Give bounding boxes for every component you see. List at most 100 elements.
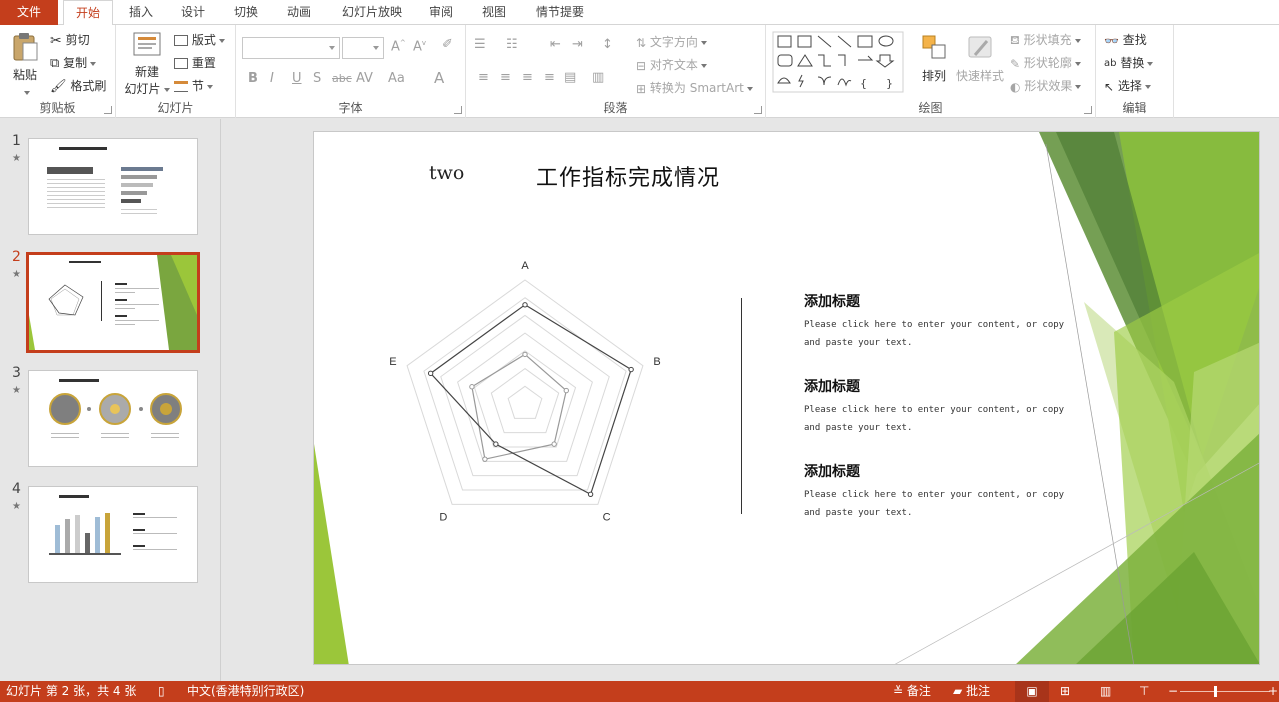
slide-thumbnail-1[interactable] — [28, 138, 198, 235]
tab-transitions[interactable]: 切换 — [225, 0, 267, 25]
ribbon-tab-bar: 文件 开始 插入 设计 切换 动画 幻灯片放映 审阅 视图 情节提要 — [0, 0, 1279, 26]
slide-tag-text[interactable]: two — [429, 162, 464, 184]
numbering-icon[interactable]: ☷ — [506, 37, 518, 52]
tab-view[interactable]: 视图 — [473, 0, 515, 25]
block-heading-3[interactable]: 添加标题 — [804, 461, 860, 481]
group-font: A^ Av ✐ B I U S abc AV Aa A 字体 — [236, 25, 466, 118]
font-name-combo[interactable] — [242, 37, 340, 59]
columns-icon[interactable]: ▥ — [592, 70, 604, 85]
layout-button[interactable]: 版式 — [174, 31, 225, 48]
italic-icon[interactable]: I — [270, 71, 274, 86]
effects-icon: ◐ — [1010, 79, 1021, 94]
vertical-divider — [741, 298, 742, 514]
new-slide-button[interactable]: 新建 幻灯片 — [122, 31, 172, 97]
slide-thumbnail-4[interactable] — [28, 486, 198, 583]
status-bar: 幻灯片 第 2 张，共 4 张 ▯ 中文(香港特别行政区) ≚ 备注 ▰ 批注 … — [0, 681, 1279, 702]
language-status[interactable]: 中文(香港特别行政区) — [187, 681, 304, 702]
tab-home[interactable]: 开始 — [63, 0, 113, 26]
decrease-indent-icon[interactable]: ⇤ — [550, 37, 561, 52]
arrange-button[interactable]: 排列 — [916, 33, 952, 84]
paragraph-launcher-icon[interactable] — [754, 106, 762, 114]
shape-fill-button[interactable]: ⛾ 形状填充 — [1010, 31, 1081, 49]
text-direction-button[interactable]: ⇅ 文字方向 — [636, 33, 707, 50]
reset-button[interactable]: 重置 — [174, 54, 216, 71]
comment-icon: ▰ — [953, 684, 963, 698]
underline-icon[interactable]: U — [292, 71, 302, 86]
slide-canvas[interactable]: two 工作指标完成情况 A B C D E 添加标题 Please click her… — [313, 131, 1260, 665]
cursor-icon: ↖ — [1104, 79, 1115, 94]
radar-axis-label: D — [439, 511, 447, 523]
tab-review[interactable]: 审阅 — [420, 0, 462, 25]
block-body-2[interactable]: Please click here to enter your content,… — [804, 401, 1074, 437]
thumbnail-number: 4 — [12, 481, 21, 497]
justify-icon[interactable]: ≡ — [544, 70, 555, 85]
find-button[interactable]: 👓 查找 — [1104, 31, 1147, 48]
shrink-font-icon[interactable]: Av — [413, 39, 426, 54]
slide-title[interactable]: 工作指标完成情况 — [536, 160, 720, 192]
replace-button[interactable]: ab 替换 — [1104, 54, 1154, 71]
animation-star-icon: ★ — [12, 269, 21, 280]
distributed-icon[interactable]: ▤ — [564, 70, 576, 85]
bold-icon[interactable]: B — [248, 71, 258, 86]
align-right-icon[interactable]: ≡ — [522, 70, 533, 85]
align-left-icon[interactable]: ≡ — [478, 70, 489, 85]
grow-font-icon[interactable]: A^ — [391, 39, 406, 54]
font-size-combo[interactable] — [342, 37, 384, 59]
block-heading-2[interactable]: 添加标题 — [804, 376, 860, 396]
copy-button[interactable]: ⧉ 复制 — [50, 54, 97, 71]
normal-view-icon: ▣ — [1026, 684, 1038, 698]
font-launcher-icon[interactable] — [454, 106, 462, 114]
radar-chart[interactable]: A B C D E — [375, 256, 675, 546]
shapes-gallery[interactable]: { } — [772, 31, 904, 93]
tab-file[interactable]: 文件 — [0, 0, 58, 25]
slide-thumbnail-2[interactable] — [26, 252, 200, 353]
zoom-slider[interactable] — [1180, 691, 1270, 692]
quick-styles-button[interactable]: 快速样式 — [954, 33, 1006, 84]
slide-thumbnail-3[interactable] — [28, 370, 198, 467]
radar-series-outer-point — [427, 370, 434, 377]
strikethrough-icon[interactable]: abc — [332, 72, 352, 85]
cut-button[interactable]: ✂ 剪切 — [50, 31, 90, 49]
tab-animations[interactable]: 动画 — [278, 0, 320, 25]
drawing-launcher-icon[interactable] — [1084, 106, 1092, 114]
shape-outline-button[interactable]: ✎ 形状轮廓 — [1010, 54, 1081, 71]
change-case-icon[interactable]: Aa — [388, 71, 405, 86]
block-body-1[interactable]: Please click here to enter your content,… — [804, 316, 1074, 352]
align-center-icon[interactable]: ≡ — [500, 70, 511, 85]
shadow-icon[interactable]: S — [313, 71, 321, 86]
zoom-out-icon[interactable]: − — [1168, 681, 1178, 702]
slideshow-button[interactable]: ⊤ — [1139, 681, 1149, 702]
slide-sorter-button[interactable]: ⊞ — [1060, 681, 1070, 702]
block-heading-1[interactable]: 添加标题 — [804, 291, 860, 311]
layout-icon — [174, 35, 188, 46]
increase-indent-icon[interactable]: ⇥ — [572, 37, 583, 52]
char-spacing-icon[interactable]: AV — [356, 71, 373, 86]
slide-count-status[interactable]: 幻灯片 第 2 张，共 4 张 — [6, 681, 136, 702]
group-label-slides: 幻灯片 — [157, 101, 194, 115]
shape-effects-button[interactable]: ◐ 形状效果 — [1010, 77, 1082, 94]
notes-button[interactable]: ≚ 备注 — [893, 681, 931, 702]
convert-smartart-button[interactable]: ⊞ 转换为 SmartArt — [636, 79, 753, 96]
block-body-3[interactable]: Please click here to enter your content,… — [804, 486, 1074, 522]
tab-insert[interactable]: 插入 — [120, 0, 162, 25]
normal-view-button[interactable]: ▣ — [1015, 681, 1049, 702]
zoom-slider-thumb[interactable] — [1214, 686, 1217, 697]
font-color-icon[interactable]: A — [434, 69, 444, 87]
format-painter-button[interactable]: 🖌 格式刷 — [50, 77, 106, 94]
align-text-button[interactable]: ⊟ 对齐文本 — [636, 56, 707, 73]
radar-series-outer-point — [522, 302, 528, 308]
paste-button[interactable]: 粘贴 — [6, 31, 44, 101]
reading-view-button[interactable]: ▥ — [1100, 681, 1111, 702]
comments-button[interactable]: ▰ 批注 — [953, 681, 990, 702]
spell-check-icon[interactable]: ▯ — [158, 681, 165, 702]
clipboard-launcher-icon[interactable] — [104, 106, 112, 114]
clear-format-icon[interactable]: ✐ — [442, 37, 453, 52]
tab-design[interactable]: 设计 — [172, 0, 214, 25]
section-button[interactable]: 节 — [174, 77, 213, 94]
select-button[interactable]: ↖ 选择 — [1104, 77, 1151, 94]
tab-slideshow[interactable]: 幻灯片放映 — [334, 0, 410, 25]
line-spacing-icon[interactable]: ↕ — [602, 37, 613, 52]
tab-storyboard[interactable]: 情节提要 — [528, 0, 592, 25]
bullets-icon[interactable]: ☰ — [474, 37, 486, 52]
zoom-in-icon[interactable]: + — [1268, 681, 1278, 702]
